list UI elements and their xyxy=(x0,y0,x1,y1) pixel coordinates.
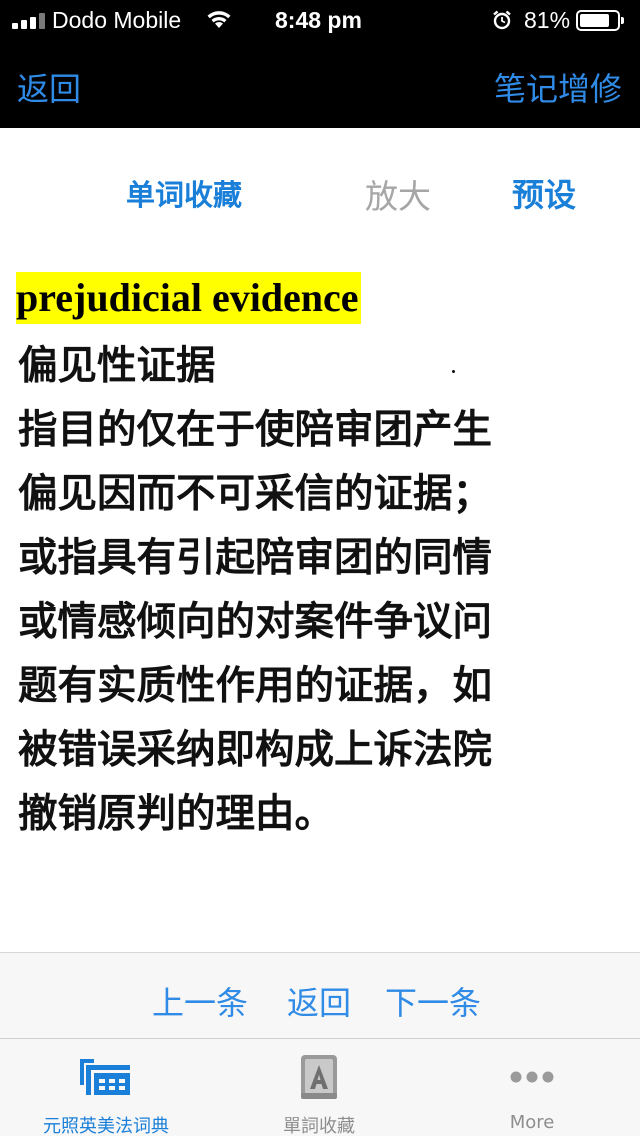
signal-icon xyxy=(12,13,48,29)
tab-bar: 元照英美法词典 單詞收藏 More xyxy=(0,1038,640,1137)
definition-line: 题有实质性作用的证据，如 xyxy=(18,663,492,709)
carrier-name: Dodo Mobile xyxy=(52,7,182,33)
definition-line: 指目的仅在于使陪审团产生 xyxy=(18,407,492,453)
entry-headword: prejudicial evidence xyxy=(16,272,361,324)
definition-line: 或情感倾向的对案件争议问 xyxy=(18,599,492,645)
alarm-icon xyxy=(493,10,511,30)
battery-icon xyxy=(576,10,620,31)
status-time: 8:48 pm xyxy=(275,7,362,33)
pager-back-button[interactable]: 返回 xyxy=(287,978,351,1024)
status-bar: Dodo Mobile 8:48 pm 81% xyxy=(0,0,640,40)
battery-tip xyxy=(621,17,624,24)
entry-definition: 偏见性证据 指目的仅在于使陪审团产生 偏见因而不可采信的证据； 或指具有引起陪审… xyxy=(18,334,626,846)
definition-line: 偏见性证据 xyxy=(18,343,216,389)
definition-line: 或指具有引起陪审团的同情 xyxy=(18,535,492,581)
battery-level-fill xyxy=(580,14,610,27)
preset-button[interactable]: 预设 xyxy=(512,170,576,216)
definition-line: 被错误采纳即构成上诉法院 xyxy=(18,727,492,773)
battery-percent: 81% xyxy=(524,7,571,33)
entry-pager: 上一条 返回 下一条 xyxy=(0,952,640,1039)
previous-entry-button[interactable]: 上一条 xyxy=(152,978,248,1024)
more-icon xyxy=(510,1071,554,1083)
bookmark-library-icon xyxy=(301,1055,337,1099)
tab-dictionary[interactable]: 元照英美法词典 xyxy=(6,1039,206,1137)
favorite-word-button[interactable]: 单词收藏 xyxy=(126,172,242,214)
notes-edit-button[interactable]: 笔记增修 xyxy=(494,64,622,110)
stray-dot xyxy=(452,370,455,373)
definition-line: 撤销原判的理由。 xyxy=(18,791,334,837)
zoom-button[interactable]: 放大 xyxy=(365,170,431,218)
back-button[interactable]: 返回 xyxy=(17,64,81,110)
next-entry-button[interactable]: 下一条 xyxy=(385,978,481,1024)
dictionary-icon xyxy=(80,1059,130,1095)
tab-more[interactable]: More xyxy=(432,1039,632,1137)
top-bar: Dodo Mobile 8:48 pm 81% 返回 笔记增修 xyxy=(0,0,640,128)
tab-label: 單詞收藏 xyxy=(283,1116,355,1137)
wifi-icon xyxy=(207,11,231,28)
tab-label: More xyxy=(509,1112,555,1133)
tab-label: 元照英美法词典 xyxy=(43,1116,169,1137)
definition-line: 偏见因而不可采信的证据； xyxy=(18,471,492,517)
tab-favorites[interactable]: 單詞收藏 xyxy=(219,1039,419,1137)
